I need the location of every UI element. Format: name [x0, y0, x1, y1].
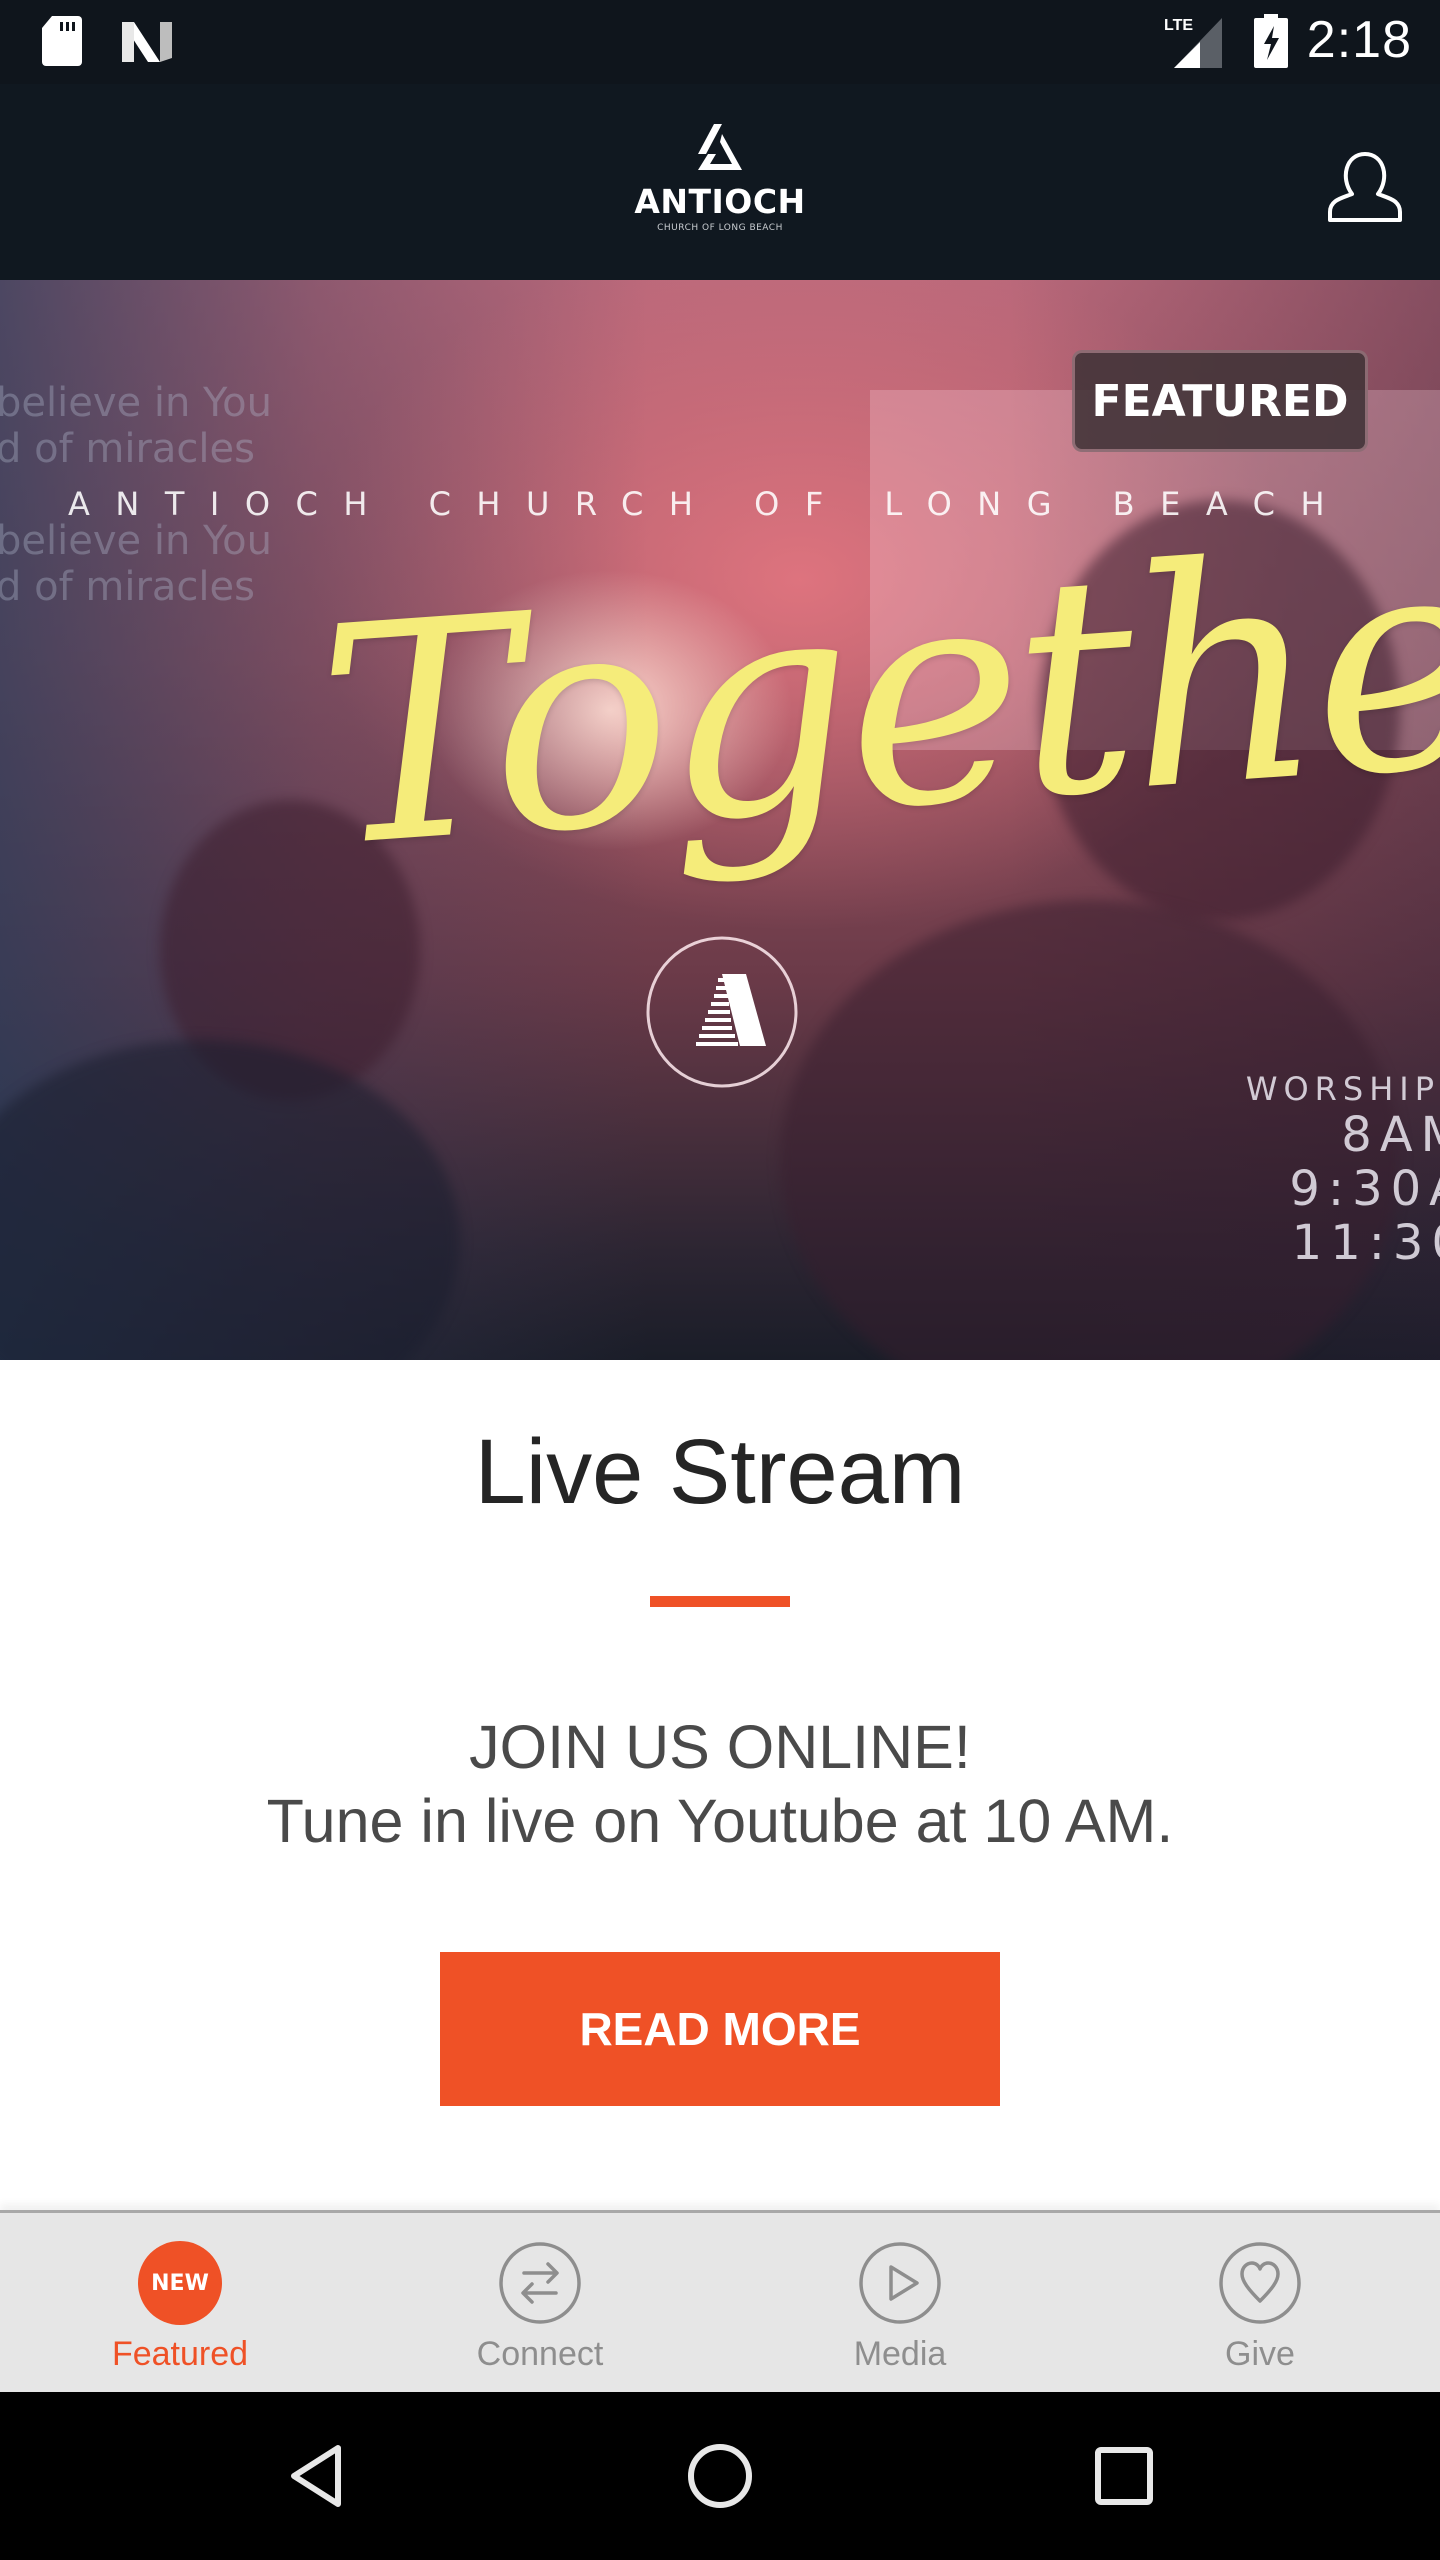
- featured-hero-image[interactable]: believe in You d of miracles believe in …: [0, 280, 1440, 1360]
- hero-lyric: believe in You: [0, 380, 272, 426]
- app-bar: ANTIOCH CHURCH OF LONG BEACH: [0, 84, 1440, 280]
- system-nav-bar: [0, 2392, 1440, 2560]
- hero-lyric: believe in You: [0, 518, 272, 564]
- nav-label: Connect: [476, 2335, 604, 2373]
- antioch-logo-icon: [698, 124, 742, 170]
- nav-label: Media: [853, 2335, 947, 2373]
- hero-title: Together: [309, 475, 1440, 914]
- read-more-button[interactable]: READ MORE: [440, 1952, 1000, 2106]
- recents-icon[interactable]: [1088, 2440, 1160, 2512]
- featured-badge: FEATURED: [1072, 350, 1368, 452]
- lte-signal-icon: LTE: [1164, 17, 1222, 68]
- battery-charging-icon: [1254, 14, 1288, 68]
- church-logo[interactable]: ANTIOCH CHURCH OF LONG BEACH: [620, 124, 820, 244]
- card-body-line: Tune in live on Youtube at 10 AM.: [266, 1787, 1174, 1855]
- nav-item-give[interactable]: Give: [1080, 2213, 1440, 2395]
- home-icon[interactable]: [684, 2440, 756, 2512]
- hero-lyric: d of miracles: [0, 564, 255, 610]
- clock: 2:18: [1306, 11, 1412, 69]
- hero-silhouette: [0, 1040, 460, 1360]
- worship-time: 8AM: [1341, 1107, 1440, 1163]
- card-body: JOIN US ONLINE! Tune in live on Youtube …: [0, 1710, 1440, 1858]
- swap-arrows-icon: [499, 2242, 581, 2324]
- nav-item-featured[interactable]: NEW Featured: [0, 2213, 360, 2395]
- bottom-nav: NEW Featured Connect Media Give: [0, 2210, 1440, 2392]
- heart-icon: [1219, 2242, 1301, 2324]
- featured-card: Live Stream JOIN US ONLINE! Tune in live…: [0, 1360, 1440, 2210]
- card-title: Live Stream: [474, 1421, 966, 1523]
- nav-label: Give: [1225, 2335, 1295, 2373]
- new-badge-icon: NEW: [138, 2241, 222, 2325]
- nav-label: Featured: [111, 2335, 249, 2373]
- card-body-line: JOIN US ONLINE!: [469, 1713, 971, 1781]
- hero-lyric: d of miracles: [0, 426, 255, 472]
- status-bar: LTE 2:18: [0, 0, 1440, 84]
- nav-item-connect[interactable]: Connect: [360, 2213, 720, 2395]
- n-notification-icon: [122, 22, 172, 62]
- worship-time: 9:30A: [1289, 1161, 1440, 1217]
- logo-subtitle: CHURCH OF LONG BEACH: [657, 223, 783, 233]
- svg-text:LTE: LTE: [1164, 17, 1193, 34]
- play-icon: [859, 2242, 941, 2324]
- worship-times: WORSHIP 8AM 9:30A 11:30: [1246, 1070, 1440, 1270]
- logo-name: ANTIOCH: [634, 182, 806, 221]
- worship-time: 11:30: [1291, 1215, 1440, 1271]
- user-profile-icon[interactable]: [1326, 150, 1404, 224]
- worship-heading: WORSHIP: [1245, 1070, 1440, 1108]
- antioch-circle-logo-icon: [646, 936, 798, 1088]
- nav-item-media[interactable]: Media: [720, 2213, 1080, 2395]
- accent-divider: [650, 1596, 790, 1607]
- back-icon[interactable]: [280, 2440, 352, 2512]
- sd-card-icon: [42, 16, 82, 66]
